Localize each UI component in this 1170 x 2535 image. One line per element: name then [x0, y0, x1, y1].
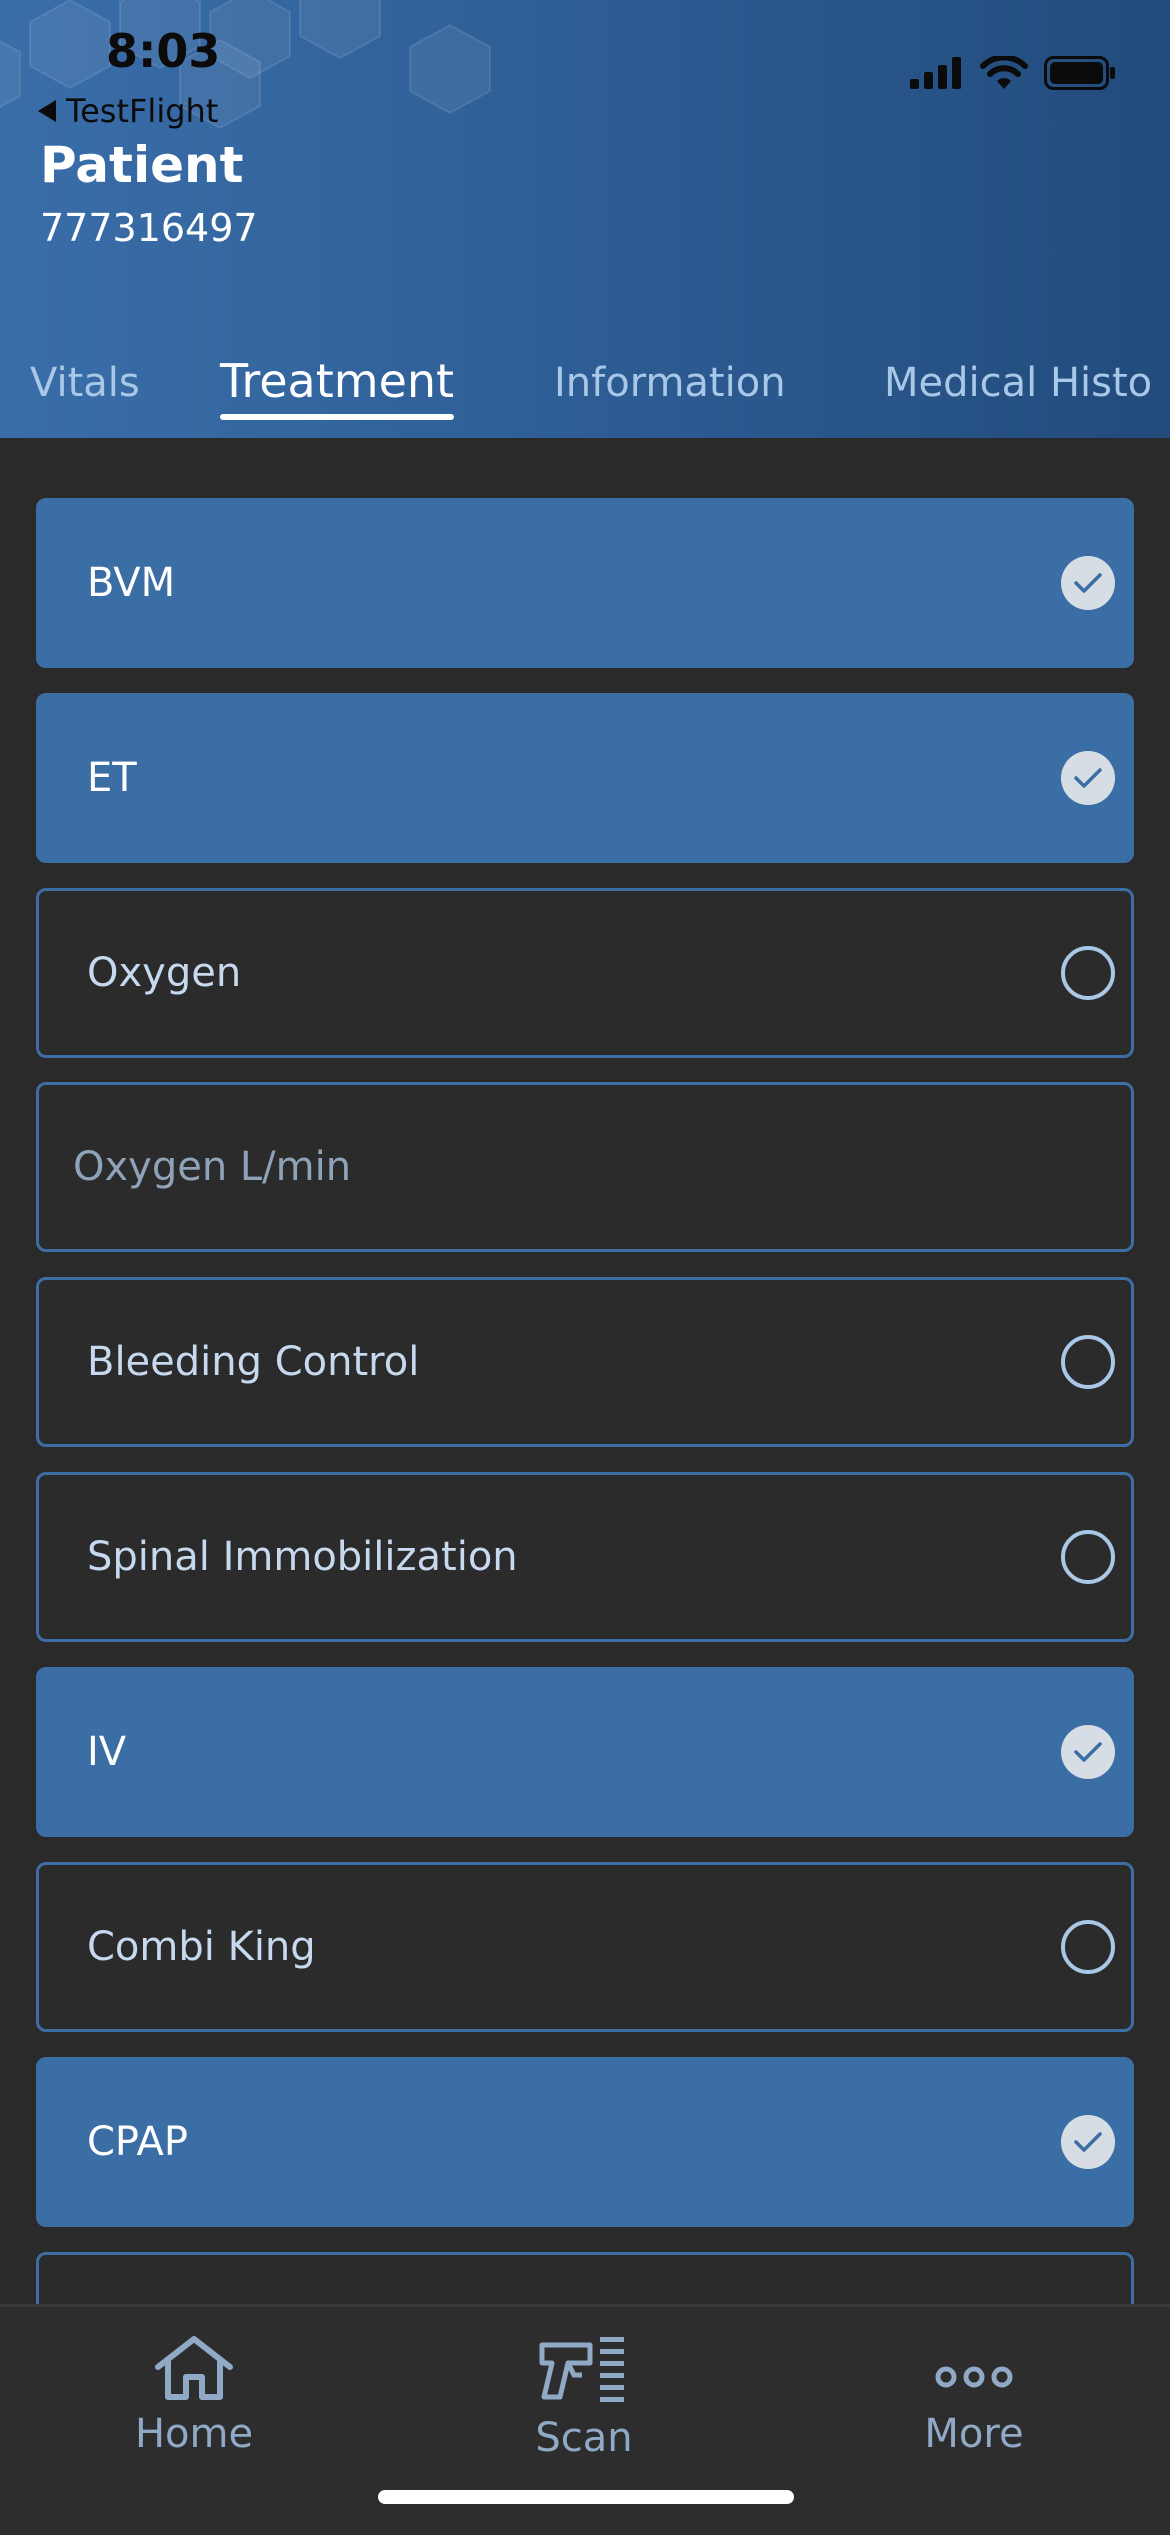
treatment-label: Oxygen	[87, 950, 242, 996]
home-icon	[155, 2336, 233, 2400]
checkmark-icon	[1061, 2115, 1115, 2169]
treatment-row-spinal-immobilization[interactable]: Spinal Immobilization	[36, 1472, 1134, 1642]
treatment-row-iv[interactable]: IV	[36, 1667, 1134, 1837]
treatment-label: CPAP	[87, 2119, 188, 2165]
tab-treatment[interactable]: Treatment	[220, 354, 455, 420]
status-time: 8:03	[106, 24, 221, 78]
oxygen-rate-field[interactable]	[36, 1082, 1134, 1252]
nav-scan[interactable]: Scan	[474, 2335, 694, 2461]
tab-bar: Vitals Treatment Information Medical His…	[0, 354, 1170, 438]
active-tab-indicator	[220, 414, 455, 420]
cellular-signal-icon	[910, 57, 961, 89]
treatment-label: ET	[87, 755, 137, 801]
empty-circle-icon	[1061, 1530, 1115, 1584]
nav-home[interactable]: Home	[84, 2335, 304, 2457]
status-icons	[910, 56, 1116, 90]
checkmark-icon	[1061, 751, 1115, 805]
checkmark-icon	[1061, 556, 1115, 610]
nav-more[interactable]: More	[864, 2335, 1084, 2457]
treatment-row-cpap[interactable]: CPAP	[36, 2057, 1134, 2227]
treatment-row-et[interactable]: ET	[36, 693, 1134, 863]
tab-treatment-label: Treatment	[220, 354, 455, 408]
header: 8:03 TestFlight Patient 777316497 Vitals…	[0, 0, 1170, 438]
page-title: Patient	[40, 136, 244, 194]
treatment-row-partial[interactable]	[36, 2252, 1134, 2312]
empty-circle-icon	[1061, 946, 1115, 1000]
tab-information[interactable]: Information	[554, 360, 786, 416]
back-arrow-icon	[38, 100, 56, 122]
empty-circle-icon	[1061, 1920, 1115, 1974]
nav-home-label: Home	[134, 2411, 254, 2457]
barcode-scanner-icon	[539, 2337, 624, 2402]
treatment-label: IV	[87, 1729, 127, 1775]
treatment-label: Spinal Immobilization	[87, 1534, 518, 1580]
tab-vitals[interactable]: Vitals	[30, 360, 140, 416]
more-dots-icon	[935, 2366, 1013, 2388]
patient-id: 777316497	[40, 206, 258, 250]
home-indicator[interactable]	[378, 2490, 794, 2504]
tab-medical-history[interactable]: Medical Histo	[884, 360, 1152, 416]
treatment-row-oxygen[interactable]: Oxygen	[36, 888, 1134, 1058]
treatment-row-bleeding-control[interactable]: Bleeding Control	[36, 1277, 1134, 1447]
back-to-app-link[interactable]: TestFlight	[38, 92, 218, 130]
oxygen-rate-input[interactable]	[71, 1143, 1075, 1191]
nav-scan-label: Scan	[535, 2415, 633, 2461]
tab-vitals-label: Vitals	[30, 360, 140, 406]
treatment-label: Combi King	[87, 1924, 316, 1970]
checkmark-icon	[1061, 1725, 1115, 1779]
treatment-label: BVM	[87, 560, 176, 606]
wifi-icon	[980, 56, 1028, 89]
tab-information-label: Information	[554, 360, 786, 406]
tab-medical-history-label: Medical Histo	[884, 360, 1153, 406]
nav-more-label: More	[924, 2411, 1024, 2457]
battery-icon	[1044, 56, 1115, 90]
empty-circle-icon	[1061, 1335, 1115, 1389]
treatment-label: Bleeding Control	[87, 1339, 420, 1385]
treatment-row-bvm[interactable]: BVM	[36, 498, 1134, 668]
treatment-row-combi-king[interactable]: Combi King	[36, 1862, 1134, 2032]
back-app-label: TestFlight	[66, 92, 219, 130]
